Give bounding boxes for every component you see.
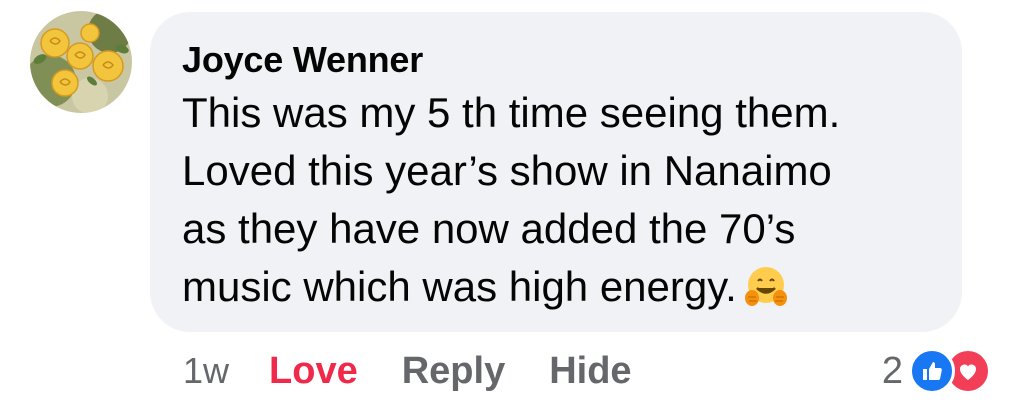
comment-line: music which was high energy. (182, 263, 737, 310)
comment-line: Loved this year’s show in Nanaimo (182, 147, 832, 194)
like-icon (909, 348, 955, 394)
reaction-count: 2 (881, 349, 903, 392)
reaction-summary[interactable]: 2 (882, 346, 991, 396)
avatar[interactable] (30, 11, 132, 113)
rose-bouquet-image (30, 11, 132, 113)
comment-line: This was my 5 th time seeing them. (182, 89, 841, 136)
hide-button[interactable]: Hide (549, 350, 631, 393)
reply-button[interactable]: Reply (402, 350, 505, 393)
hugging-face-emoji (743, 263, 789, 309)
love-reaction-button[interactable]: Love (269, 350, 358, 393)
comment-author[interactable]: Joyce Wenner (182, 38, 932, 82)
comment-bubble: Joyce Wenner This was my 5 th time seein… (150, 12, 962, 332)
timestamp[interactable]: 1w (183, 350, 229, 392)
comment-line: as they have now added the 70’s (182, 205, 796, 252)
comment-actions: 1w Love Reply Hide (183, 346, 676, 396)
comment-text: This was my 5 th time seeing them. Loved… (182, 84, 932, 316)
